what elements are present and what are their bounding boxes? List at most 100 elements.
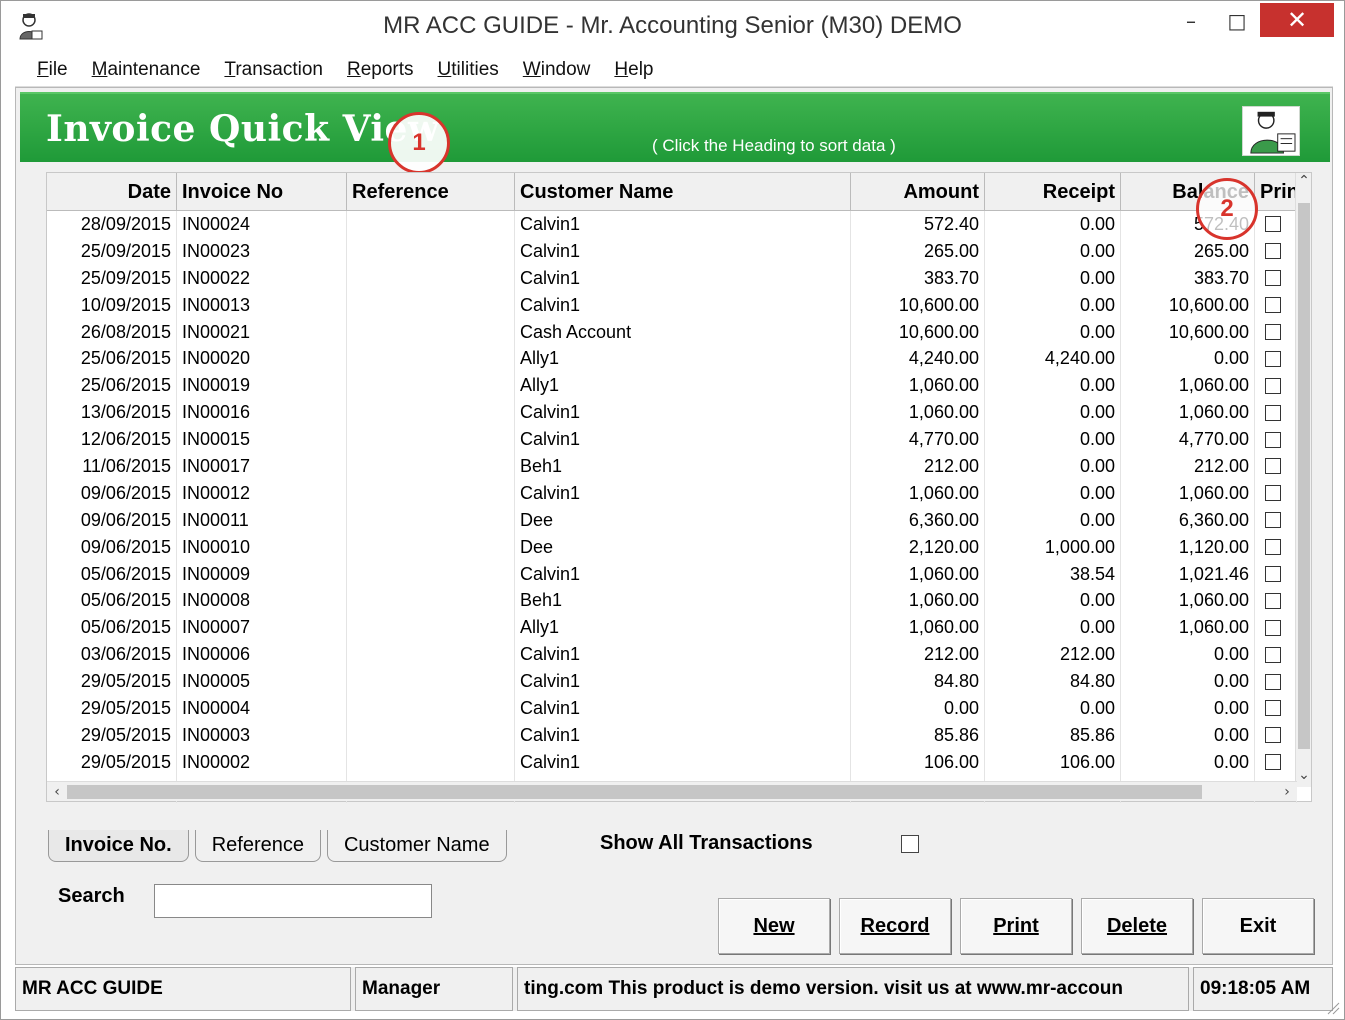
menu-item-window[interactable]: Window <box>511 59 603 81</box>
delete-button[interactable]: Delete <box>1081 898 1193 954</box>
table-row[interactable]: 11/06/2015 IN00017 Beh1 212.00 0.00 212.00 <box>47 453 1297 480</box>
menu-mnemonic: M <box>91 58 108 80</box>
scroll-left-arrow-icon[interactable]: ‹ <box>47 782 67 802</box>
column-header-amount[interactable]: Amount <box>851 173 985 211</box>
column-header-invoice-no[interactable]: Invoice No <box>177 173 347 211</box>
cell-reference <box>347 668 515 696</box>
column-header-reference[interactable]: Reference <box>347 173 515 211</box>
cell-receipt: 1,000.00 <box>985 533 1121 561</box>
minimize-button[interactable]: – <box>1171 5 1211 37</box>
sort-hint: ( Click the Heading to sort data ) <box>652 136 896 155</box>
print-checkbox[interactable] <box>1265 646 1281 663</box>
table-row[interactable]: 25/09/2015 IN00022 Calvin1 383.70 0.00 383.70 <box>47 264 1297 292</box>
menu-item-utilities[interactable]: Utilities <box>426 59 511 81</box>
table-row[interactable]: 25/06/2015 IN00020 Ally1 4,240.00 4,240.00 0.… <box>47 345 1297 373</box>
close-button[interactable]: ✕ <box>1260 3 1334 37</box>
table-row[interactable]: 26/08/2015 IN00021 Cash Account 10,600.00 0.… <box>47 318 1297 346</box>
print-button-label: Print <box>993 914 1039 937</box>
horizontal-scroll-thumb[interactable] <box>67 785 1202 799</box>
vertical-scrollbar[interactable]: ⌃ ⌄ <box>1295 173 1311 787</box>
table-row[interactable]: 29/05/2015 IN00005 Calvin1 84.80 84.80 0.00 <box>47 668 1297 696</box>
print-checkbox[interactable] <box>1265 458 1281 475</box>
print-checkbox[interactable] <box>1265 700 1281 717</box>
print-checkbox[interactable] <box>1265 324 1281 340</box>
print-checkbox[interactable] <box>1265 431 1281 448</box>
cell-date: 13/06/2015 <box>47 399 177 427</box>
title-bar[interactable]: MR ACC GUIDE - Mr. Accounting Senior (M3… <box>1 1 1344 53</box>
cell-amount: 6,360.00 <box>851 506 985 534</box>
scroll-down-arrow-icon[interactable]: ⌄ <box>1296 767 1312 787</box>
print-checkbox[interactable] <box>1265 619 1281 636</box>
column-header-print[interactable]: Print <box>1255 173 1297 211</box>
maximize-button[interactable]: □ <box>1217 5 1257 37</box>
resize-grip-icon[interactable] <box>1324 999 1340 1015</box>
menu-item-file[interactable]: File <box>25 59 80 81</box>
cell-reference <box>347 479 515 507</box>
print-checkbox[interactable] <box>1265 485 1281 502</box>
table-row[interactable]: 25/06/2015 IN00019 Ally1 1,060.00 0.00 1,060.… <box>47 372 1297 400</box>
table-row[interactable]: 29/05/2015 IN00004 Calvin1 0.00 0.00 0.00 <box>47 695 1297 722</box>
cell-customer: Ally1 <box>515 372 851 400</box>
column-header-date[interactable]: Date <box>47 173 177 211</box>
menu-item-transaction[interactable]: Transaction <box>212 59 335 81</box>
print-checkbox[interactable] <box>1265 270 1281 287</box>
cell-invoice: IN00005 <box>177 668 347 696</box>
print-checkbox[interactable] <box>1265 566 1281 583</box>
cell-receipt: 106.00 <box>985 748 1121 776</box>
menu-item-maintenance[interactable]: Maintenance <box>80 59 213 81</box>
print-checkbox[interactable] <box>1265 673 1281 690</box>
cell-amount: 1,060.00 <box>851 372 985 400</box>
print-checkbox[interactable] <box>1265 512 1281 529</box>
status-bar: MR ACC GUIDE Manager ting.com This produ… <box>15 967 1333 1011</box>
print-checkbox[interactable] <box>1265 377 1281 394</box>
horizontal-scrollbar[interactable]: ‹ › <box>47 781 1297 801</box>
print-checkbox[interactable] <box>1265 754 1281 771</box>
table-row[interactable]: 09/06/2015 IN00010 Dee 2,120.00 1,000.00 1,12… <box>47 533 1297 561</box>
tab-customer-name[interactable]: Customer Name <box>326 830 507 862</box>
print-button[interactable]: Print <box>960 898 1072 954</box>
table-row[interactable]: 25/09/2015 IN00023 Calvin1 265.00 0.00 265.00 <box>47 237 1297 265</box>
new-button[interactable]: New <box>718 898 830 954</box>
table-row[interactable]: 05/06/2015 IN00009 Calvin1 1,060.00 38.54 1,0… <box>47 560 1297 588</box>
print-checkbox[interactable] <box>1265 243 1281 260</box>
scroll-right-arrow-icon[interactable]: › <box>1277 782 1297 802</box>
cell-customer: Ally1 <box>515 345 851 373</box>
tab-invoice-no[interactable]: Invoice No. <box>48 830 189 862</box>
cell-customer: Dee <box>515 506 851 534</box>
print-checkbox[interactable] <box>1265 350 1281 367</box>
table-row[interactable]: 09/06/2015 IN00011 Dee 6,360.00 0.00 6,360.00 <box>47 506 1297 534</box>
table-row[interactable]: 29/05/2015 IN00002 Calvin1 106.00 106.00 0.00 <box>47 748 1297 776</box>
search-label: Search <box>58 885 125 907</box>
search-input[interactable] <box>154 884 432 918</box>
print-checkbox[interactable] <box>1265 592 1281 609</box>
table-row[interactable]: 29/05/2015 IN00003 Calvin1 85.86 85.86 0.00 <box>47 721 1297 749</box>
table-row[interactable]: 10/09/2015 IN00013 Calvin1 10,600.00 0.00 10,… <box>47 291 1297 319</box>
tab-reference[interactable]: Reference <box>194 830 321 862</box>
table-row[interactable]: 05/06/2015 IN00007 Ally1 1,060.00 0.00 1,060.… <box>47 614 1297 642</box>
cell-print <box>1255 695 1297 722</box>
table-row[interactable]: 28/09/2015IN00024Calvin1572.400.00572.40 <box>47 211 1297 238</box>
cell-customer: Calvin1 <box>515 264 851 292</box>
table-row[interactable]: 09/06/2015 IN00012 Calvin1 1,060.00 0.00 1,06… <box>47 479 1297 507</box>
exit-button[interactable]: Exit <box>1202 898 1314 954</box>
print-checkbox[interactable] <box>1265 404 1281 421</box>
table-row[interactable]: 12/06/2015 IN00015 Calvin1 4,770.00 0.00 4,77… <box>47 426 1297 454</box>
vertical-scroll-thumb[interactable] <box>1298 203 1310 749</box>
record-button[interactable]: Record <box>839 898 951 954</box>
cell-amount: 1,060.00 <box>851 587 985 615</box>
cell-receipt: 84.80 <box>985 668 1121 696</box>
table-row[interactable]: 03/06/2015 IN00006 Calvin1 212.00 212.00 0.00 <box>47 641 1297 669</box>
column-header-customer-name[interactable]: Customer Name <box>515 173 851 211</box>
table-row[interactable]: 13/06/2015 IN00016 Calvin1 1,060.00 0.00 1,06… <box>47 399 1297 427</box>
column-header-receipt[interactable]: Receipt <box>985 173 1121 211</box>
print-checkbox[interactable] <box>1265 727 1281 744</box>
cell-date: 25/09/2015 <box>47 237 177 265</box>
show-all-transactions-checkbox[interactable] <box>901 835 919 853</box>
print-checkbox[interactable] <box>1265 297 1281 314</box>
menu-item-help[interactable]: Help <box>602 59 665 81</box>
print-checkbox[interactable] <box>1265 216 1281 233</box>
menu-item-reports[interactable]: Reports <box>335 59 426 81</box>
table-row[interactable]: 05/06/2015 IN00008 Beh1 1,060.00 0.00 1,060.0… <box>47 587 1297 615</box>
print-checkbox[interactable] <box>1265 539 1281 556</box>
scroll-up-arrow-icon[interactable]: ⌃ <box>1296 173 1312 193</box>
